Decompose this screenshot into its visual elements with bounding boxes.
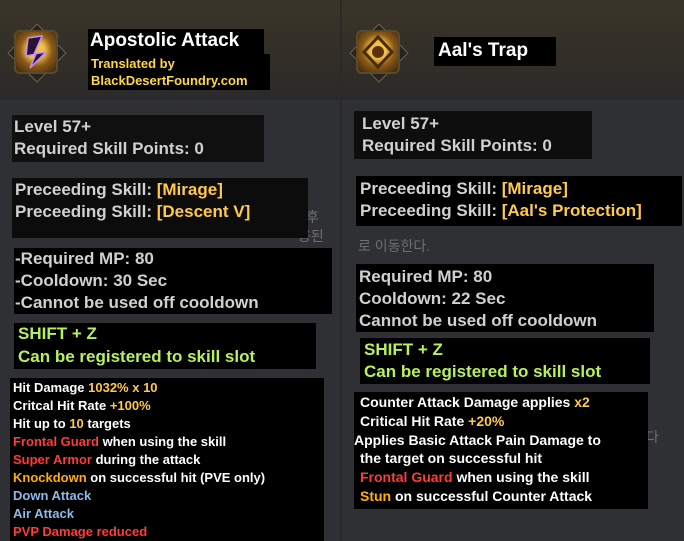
effect-super-armor: Super Armor during the attack (13, 452, 201, 467)
effect-pain-damage: Applies Basic Attack Pain Damage to (354, 432, 601, 448)
effect-stun: Stun on successful Counter Attack (360, 488, 593, 504)
skill-costs: Required MP: 80 Cooldown: 22 Sec Cannot … (356, 264, 654, 332)
effect-frontal-guard: Frontal Guard when using the skill (13, 434, 227, 449)
required-level: Level 57+ (14, 117, 92, 136)
required-mp: -Required MP: 80 (15, 249, 154, 268)
skill-controls: SHIFT + Z Can be registered to skill slo… (14, 323, 316, 369)
skill-title: Aal's Trap (438, 40, 529, 61)
credit-line-2: BlackDesertFoundry.com (91, 73, 248, 88)
skill-controls: SHIFT + Z Can be registered to skill slo… (360, 338, 650, 384)
level-requirements: Level 57+ Required Skill Points: 0 (12, 115, 264, 162)
level-requirements: Level 57+ Required Skill Points: 0 (354, 111, 592, 159)
effect-targets: Hit up to 10 targets (13, 416, 131, 431)
cooldown-restriction: Cannot be used off cooldown (359, 311, 597, 330)
preceding-skill-descent: [Descent V] (156, 202, 251, 221)
skill-costs: -Required MP: 80 -Cooldown: 30 Sec -Cann… (14, 248, 332, 314)
required-skill-points: Required Skill Points: 0 (362, 136, 552, 155)
preceding-label: Preceeding Skill: (360, 179, 502, 198)
preceding-skills: Preceeding Skill: [Mirage] Preceeding Sk… (12, 178, 308, 238)
apostolic-attack-skill-icon (16, 32, 56, 72)
preceding-label: Preceeding Skill: (360, 201, 502, 220)
effect-pvp-reduced: PVP Damage reduced (13, 524, 148, 539)
preceding-skill-mirage: [Mirage] (501, 179, 568, 198)
background-korean-text: 로 이동한다. (358, 238, 431, 254)
registerable-note: Can be registered to skill slot (364, 362, 602, 381)
skill-tooltip-apostolic-attack: Apostolic Attack Translated by BlackDese… (0, 0, 340, 541)
effect-hit-damage: Hit Damage 1032% x 10 (13, 380, 158, 395)
effect-crit-rate: Critical Hit Rate +20% (360, 413, 505, 429)
cooldown: -Cooldown: 30 Sec (15, 271, 168, 290)
effect-air-attack: Air Attack (13, 506, 74, 521)
preceding-skill-line: Preceeding Skill: [Aal's Protection] (360, 201, 642, 221)
required-level: Level 57+ (362, 114, 440, 133)
translation-credit: Translated by BlackDesertFoundry.com (88, 54, 270, 90)
key-command: SHIFT + Z (364, 340, 443, 359)
skill-title: Apostolic Attack (90, 30, 240, 51)
skill-title-bar: Apostolic Attack (88, 29, 264, 54)
cooldown-restriction: -Cannot be used off cooldown (15, 293, 259, 312)
preceding-label: Preceeding Skill: (15, 202, 157, 221)
preceding-skill-aals-protection: [Aal's Protection] (501, 201, 642, 220)
registerable-note: Can be registered to skill slot (18, 347, 256, 366)
effect-frontal-guard: Frontal Guard when using the skill (360, 469, 590, 485)
skill-effects: Counter Attack Damage applies x2 Critica… (354, 392, 648, 509)
preceding-skill-line: Preceeding Skill: [Mirage] (15, 180, 223, 200)
credit-line-1: Translated by (91, 56, 175, 71)
cooldown: Cooldown: 22 Sec (359, 289, 506, 308)
effect-knockdown: Knockdown on successful hit (PVE only) (13, 470, 266, 485)
preceding-skills: Preceeding Skill: [Mirage] Preceeding Sk… (356, 176, 682, 226)
skill-tooltip-aals-trap: Aal's Trap Level 57+ Required Skill Poin… (342, 0, 684, 541)
preceding-skill-line: Preceeding Skill: [Mirage] (360, 179, 568, 199)
key-command: SHIFT + Z (18, 324, 97, 343)
effect-down-attack: Down Attack (13, 488, 92, 503)
required-skill-points: Required Skill Points: 0 (14, 139, 204, 158)
preceding-skill-line: Preceeding Skill: [Descent V] (15, 202, 250, 222)
effect-crit-rate: Critcal Hit Rate +100% (13, 398, 151, 413)
effect-pain-damage-cont: the target on successful hit (360, 450, 543, 466)
preceding-label: Preceeding Skill: (15, 180, 157, 199)
skill-title-bar: Aal's Trap (434, 37, 556, 66)
effect-counter-attack: Counter Attack Damage applies x2 (360, 394, 590, 410)
skill-effects: Hit Damage 1032% x 10 Critcal Hit Rate +… (10, 378, 324, 541)
required-mp: Required MP: 80 (359, 267, 493, 286)
aals-trap-skill-icon (358, 32, 398, 72)
preceding-skill-mirage: [Mirage] (156, 180, 223, 199)
